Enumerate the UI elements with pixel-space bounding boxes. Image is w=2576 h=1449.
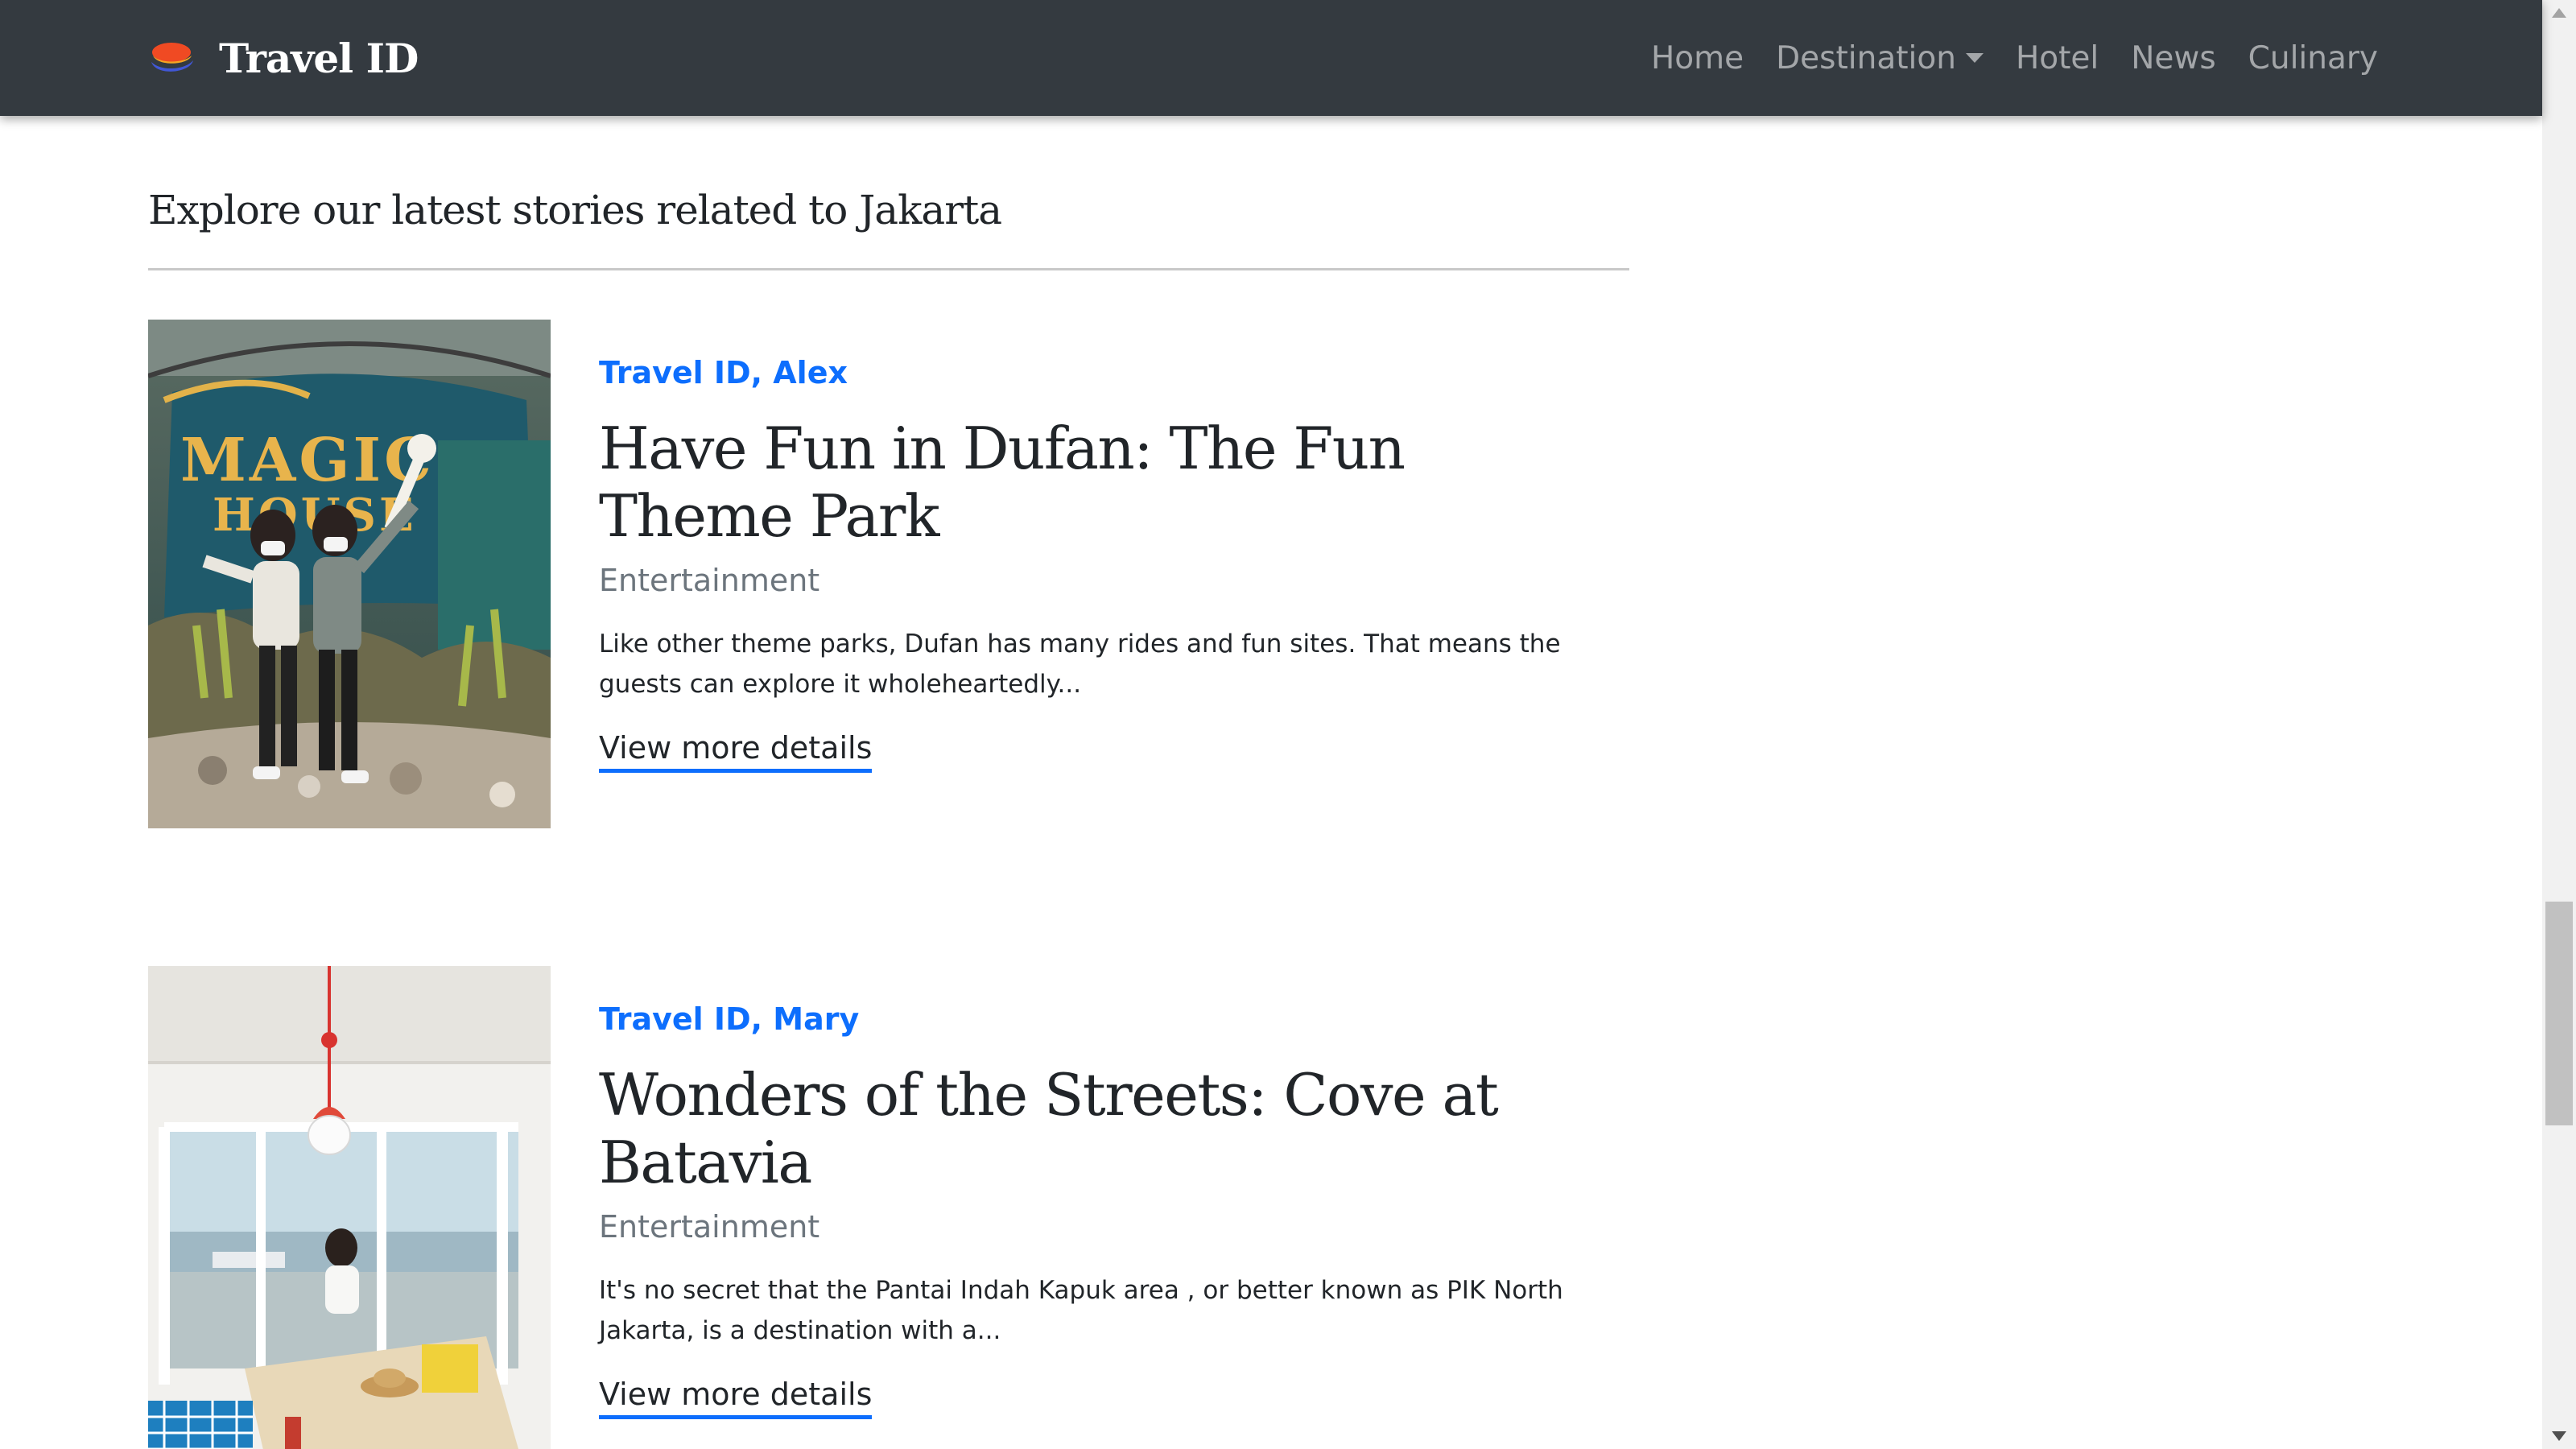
vertical-scrollbar[interactable]: [2542, 0, 2576, 1449]
story-category: Entertainment: [599, 563, 820, 598]
brand-name: Travel ID: [219, 34, 419, 82]
story-image-batavia[interactable]: [148, 966, 551, 1449]
section-divider: [148, 268, 1629, 270]
top-navbar: Travel ID Home Destination Hotel News Cu…: [0, 0, 2542, 116]
nav-news[interactable]: News: [2131, 40, 2215, 76]
travel-id-logo-icon: [151, 43, 193, 72]
story-thumbnail: [148, 966, 551, 1449]
section-title: Explore our latest stories related to Ja…: [148, 187, 1002, 233]
story-title[interactable]: Wonders of the Streets: Cove at Batavia: [599, 1061, 1613, 1196]
story-excerpt: Like other theme parks, Dufan has many r…: [599, 630, 1561, 699]
nav-hotel[interactable]: Hotel: [2016, 40, 2099, 76]
story-category: Entertainment: [599, 1209, 820, 1245]
nav-destination-label: Destination: [1776, 39, 1956, 76]
scroll-up-arrow-icon[interactable]: [2552, 8, 2566, 18]
brand-link[interactable]: Travel ID: [148, 29, 419, 87]
scrollbar-thumb[interactable]: [2545, 902, 2573, 1125]
view-more-details-link[interactable]: View more details: [599, 730, 873, 773]
story-image-dufan[interactable]: MAGIC HOUSE: [148, 320, 551, 828]
story-thumbnail: MAGIC HOUSE: [148, 320, 551, 828]
story-excerpt: It's no secret that the Pantai Indah Kap…: [599, 1276, 1563, 1345]
view-more-details-link[interactable]: View more details: [599, 1377, 873, 1419]
scroll-down-arrow-icon[interactable]: [2552, 1431, 2566, 1441]
story-title[interactable]: Have Fun in Dufan: The Fun Theme Park: [599, 415, 1613, 550]
caret-down-icon: [1965, 53, 1984, 63]
nav-culinary[interactable]: Culinary: [2248, 40, 2378, 76]
svg-text:MAGIC: MAGIC: [180, 426, 435, 495]
nav-home[interactable]: Home: [1651, 40, 1744, 76]
nav-menu: Home Destination Hotel News Culinary: [1651, 29, 2378, 87]
story-author[interactable]: Travel ID, Alex: [599, 355, 848, 390]
story-author[interactable]: Travel ID, Mary: [599, 1001, 859, 1037]
nav-destination-dropdown[interactable]: Destination: [1776, 40, 1984, 76]
page: Travel ID Home Destination Hotel News Cu…: [0, 0, 2576, 1449]
